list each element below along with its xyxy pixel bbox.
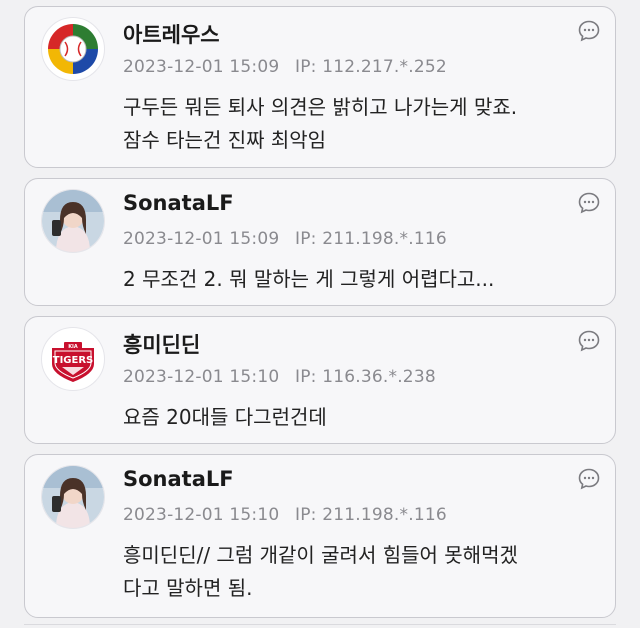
comment-line: 구두든 뭐든 퇴사 의견은 밝히고 나가는게 맞죠.	[123, 95, 518, 119]
speech-bubble-icon[interactable]	[577, 19, 601, 43]
list-divider	[24, 624, 616, 625]
comment-card: KIA TIGERS 흥미딘딘 2023-12-01 15:10 IP: 116…	[24, 316, 616, 444]
comment-line: 2 무조건 2. 뭐 말하는 게 그렇게 어렵다고...	[123, 267, 495, 291]
comment-meta: 2023-12-01 15:10 IP: 116.36.*.238	[123, 367, 436, 387]
comment-date: 2023-12-01 15:09	[123, 57, 280, 77]
comment-ip: IP: 116.36.*.238	[295, 367, 436, 387]
comment-ip: IP: 211.198.*.116	[295, 229, 447, 249]
comment-date: 2023-12-01 15:10	[123, 367, 280, 387]
comment-text: 요즘 20대들 다그런건데	[123, 401, 599, 434]
speech-bubble-icon[interactable]	[577, 467, 601, 491]
comment-card: SonataLF 2023-12-01 15:10 IP: 211.198.*.…	[24, 454, 616, 618]
comment-meta: 2023-12-01 15:09 IP: 211.198.*.116	[123, 229, 447, 249]
speech-bubble-icon[interactable]	[577, 191, 601, 215]
tigers-logo-top-text: KIA	[68, 344, 78, 350]
username[interactable]: SonataLF	[123, 191, 234, 215]
comment-line: 흥미딘딘// 그럼 개같이 굴려서 힘들어 못해먹겠	[123, 543, 518, 567]
tigers-logo-icon[interactable]: KIA TIGERS	[41, 327, 105, 391]
comment-line: 다고 말하면 됨.	[123, 576, 253, 600]
user-photo-avatar[interactable]	[41, 189, 105, 253]
comment-list: 아트레우스 2023-12-01 15:09 IP: 112.217.*.252…	[0, 0, 640, 628]
username[interactable]: SonataLF	[123, 467, 234, 491]
comment-meta: 2023-12-01 15:09 IP: 112.217.*.252	[123, 57, 447, 77]
username[interactable]: 아트레우스	[123, 19, 220, 49]
comment-card: SonataLF 2023-12-01 15:09 IP: 211.198.*.…	[24, 178, 616, 306]
comment-line: 요즘 20대들 다그런건데	[123, 405, 327, 429]
comment-meta: 2023-12-01 15:10 IP: 211.198.*.116	[123, 505, 447, 525]
username[interactable]: 흥미딘딘	[123, 329, 200, 359]
comment-date: 2023-12-01 15:09	[123, 229, 280, 249]
comment-ip: IP: 211.198.*.116	[295, 505, 447, 525]
speech-bubble-icon[interactable]	[577, 329, 601, 353]
tigers-logo-main-text: TIGERS	[53, 355, 93, 366]
comment-ip: IP: 112.217.*.252	[295, 57, 447, 77]
comment-line: 잠수 타는건 진짜 최악임	[123, 128, 327, 152]
comment-text: 2 무조건 2. 뭐 말하는 게 그렇게 어렵다고...	[123, 263, 599, 296]
comment-text: 흥미딘딘// 그럼 개같이 굴려서 힘들어 못해먹겠 다고 말하면 됨.	[123, 539, 599, 605]
user-photo-avatar[interactable]	[41, 465, 105, 529]
comment-text: 구두든 뭐든 퇴사 의견은 밝히고 나가는게 맞죠. 잠수 타는건 진짜 최악임	[123, 91, 599, 157]
comment-date: 2023-12-01 15:10	[123, 505, 280, 525]
baseball-logo-icon[interactable]	[41, 17, 105, 81]
comment-card: 아트레우스 2023-12-01 15:09 IP: 112.217.*.252…	[24, 6, 616, 168]
